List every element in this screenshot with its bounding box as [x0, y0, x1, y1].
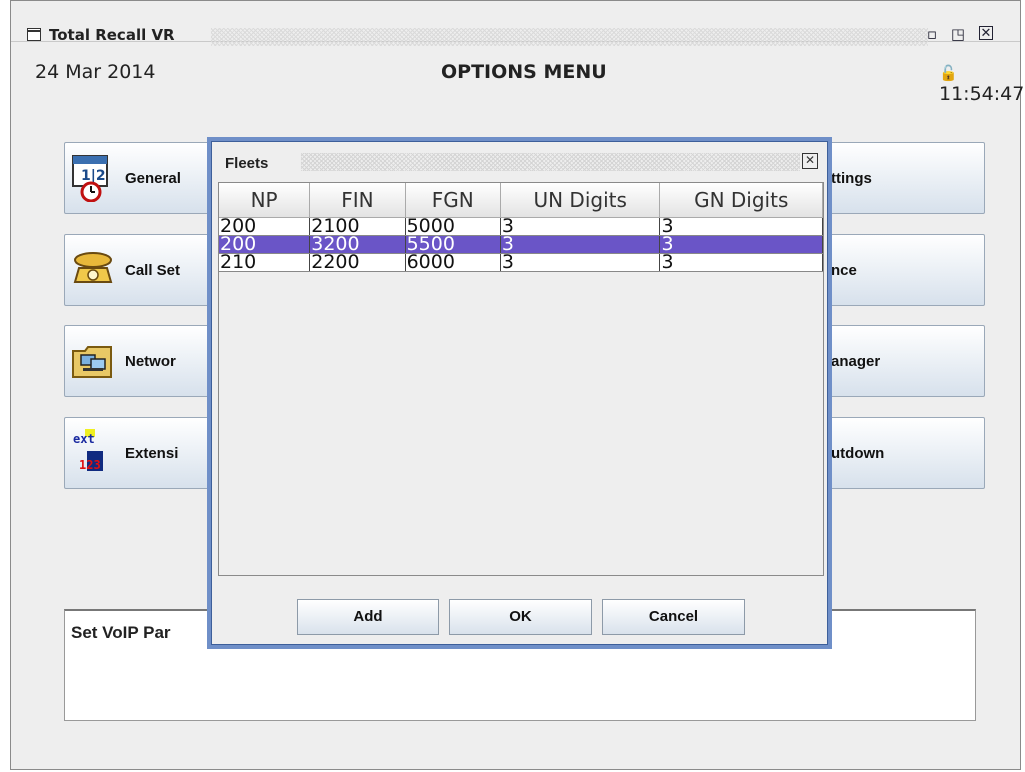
extension-icon-bottom-text: 123	[79, 458, 101, 472]
cancel-button[interactable]: Cancel	[602, 599, 745, 635]
window-title: Total Recall VR	[49, 26, 175, 44]
column-header-un-digits[interactable]: UN Digits	[500, 183, 661, 218]
minimize-icon[interactable]: ▫	[923, 26, 941, 42]
extension-icon: ext 123	[73, 429, 103, 472]
title-bar-texture	[211, 28, 928, 46]
table-cell: 3	[659, 253, 823, 272]
general-label: General	[125, 170, 181, 187]
call-settings-label: Call Set	[125, 262, 181, 279]
table-cell: 3	[500, 217, 661, 236]
table-cell: 3	[659, 217, 823, 236]
table-row[interactable]: 200 2100 5000 3 3	[219, 217, 823, 236]
dialog-title: Fleets	[225, 155, 269, 172]
telephone-icon	[73, 252, 113, 283]
settings-label: ttings	[831, 170, 872, 187]
calendar-clock-icon: 1|2	[72, 155, 108, 202]
page-title: OPTIONS MENU	[441, 61, 607, 83]
app-window-icon	[27, 28, 41, 41]
fleets-dialog: Fleets ✕ NP FIN FGN UN Digits GN Digits …	[207, 137, 832, 649]
svg-text:1|2: 1|2	[81, 168, 106, 184]
close-icon[interactable]: ✕	[979, 26, 993, 40]
network-computer-icon	[72, 346, 112, 378]
column-header-np[interactable]: NP	[219, 183, 311, 218]
lock-icon: 🔓	[939, 64, 958, 82]
table-row-selected[interactable]: 200 3200 5500 3 3	[219, 235, 823, 254]
column-header-fgn[interactable]: FGN	[405, 183, 501, 218]
clock: 🔓11:54:47	[939, 61, 1024, 105]
time-label: 11:54:47	[939, 83, 1025, 105]
extensions-label: Extensi	[125, 445, 179, 462]
table-cell: 3	[500, 235, 661, 254]
dialog-close-icon[interactable]: ✕	[802, 153, 818, 169]
table-row[interactable]: 210 2200 6000 3 3	[219, 253, 823, 272]
table-cell: 2200	[309, 253, 406, 272]
fleets-table: NP FIN FGN UN Digits GN Digits 200 2100 …	[218, 182, 824, 576]
network-label: Networ	[125, 353, 176, 370]
shutdown-label: utdown	[831, 445, 885, 462]
extension-icon-top-text: ext	[73, 432, 95, 446]
dialog-title-texture	[301, 153, 800, 171]
title-bar: Total Recall VR ▫ ◳ ✕	[11, 1, 1020, 46]
table-cell: 6000	[405, 253, 501, 272]
table-cell: 3	[659, 235, 823, 254]
status-text: Set VoIP Par	[71, 623, 171, 642]
date-label: 24 Mar 2014	[35, 61, 156, 83]
maintenance-label: nce	[831, 262, 857, 279]
ok-button[interactable]: OK	[449, 599, 592, 635]
table-cell: 210	[219, 253, 311, 272]
column-header-gn-digits[interactable]: GN Digits	[659, 183, 823, 218]
add-button[interactable]: Add	[297, 599, 439, 635]
manager-label: anager	[831, 353, 881, 370]
table-cell: 3	[500, 253, 661, 272]
column-header-fin[interactable]: FIN	[309, 183, 406, 218]
maximize-icon[interactable]: ◳	[949, 26, 967, 42]
table-header-row: NP FIN FGN UN Digits GN Digits	[219, 183, 823, 218]
